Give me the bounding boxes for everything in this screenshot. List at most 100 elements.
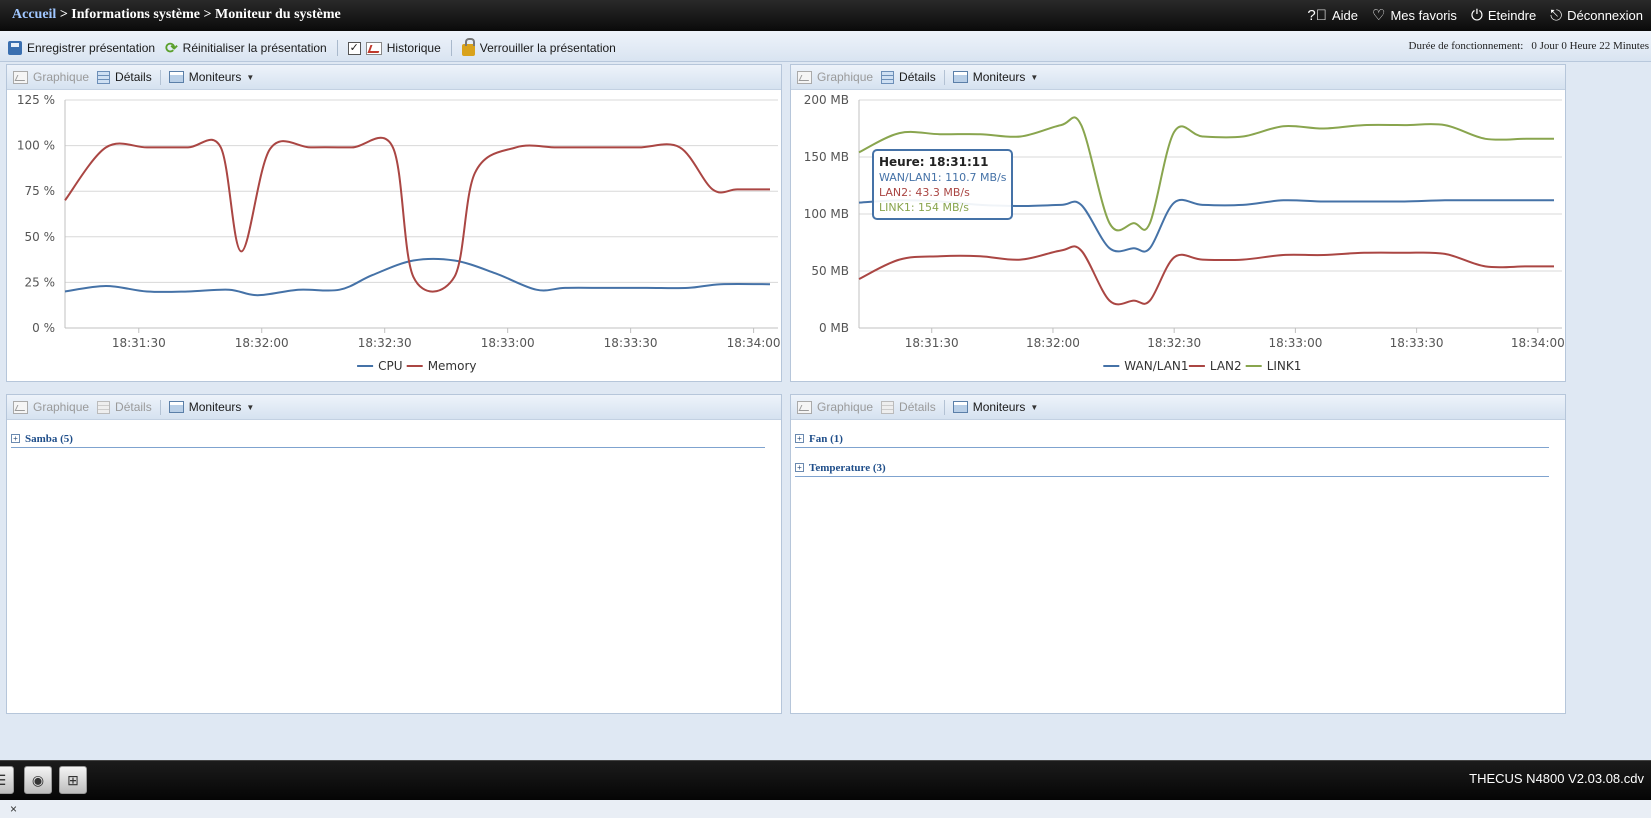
help-icon: ?⃝: [1307, 6, 1327, 24]
history-toggle[interactable]: ✓ Historique: [347, 41, 441, 55]
graph-view-button[interactable]: Graphique: [797, 400, 873, 414]
layout-toolbar: Enregistrer présentation ⟳ Réinitialiser …: [0, 31, 1651, 62]
x-tick-label: 18:33:30: [604, 336, 658, 350]
breadcrumb-home-link[interactable]: Accueil: [12, 7, 56, 22]
logout-link[interactable]: ⎋ Déconnexion: [1550, 6, 1643, 24]
graph-icon: [13, 400, 28, 414]
monitors-dropdown[interactable]: Moniteurs ▼: [952, 400, 1039, 414]
x-tick-label: 18:32:00: [1026, 336, 1080, 350]
y-tick-label: 25 %: [25, 275, 56, 289]
toolbar-separator: [336, 40, 338, 56]
monitor-icon: [168, 71, 184, 83]
series-line-cpu: [64, 257, 771, 297]
monitors-dropdown[interactable]: Moniteurs ▼: [168, 400, 255, 414]
graph-icon: [797, 70, 812, 84]
details-view-label: Détails: [899, 400, 936, 414]
details-view-label: Détails: [115, 70, 152, 84]
legend-label: LINK1: [1267, 359, 1302, 373]
help-link[interactable]: ?⃝ Aide: [1307, 6, 1358, 24]
y-tick-label: 0 MB: [819, 321, 849, 335]
tree-item-fan[interactable]: + Fan (1): [795, 430, 1549, 448]
graph-view-label: Graphique: [817, 400, 874, 414]
y-tick-label: 50 MB: [811, 264, 849, 278]
uptime-display: Durée de fonctionnement: 0 Jour 0 Heure …: [1409, 40, 1649, 52]
reset-layout-button[interactable]: ⟳ Réinitialiser la présentation: [165, 39, 327, 57]
y-tick-label: 150 MB: [804, 150, 849, 164]
cpu-memory-chart: 0 % 25 % 50 % 75 % 100 % 125 % 18:31:30 18:32:0…: [17, 93, 781, 373]
expand-icon[interactable]: +: [795, 434, 804, 443]
cpu-memory-panel: Graphique Détails Moniteurs ▼ 0 % 25 % 50 %…: [6, 64, 782, 382]
graph-view-label: Graphique: [33, 400, 90, 414]
uptime-label: Durée de fonctionnement:: [1408, 40, 1524, 52]
monitors-label: Moniteurs: [188, 400, 242, 414]
monitor-icon: [952, 71, 968, 83]
graph-view-label: Graphique: [33, 70, 90, 84]
panel-separator: [159, 399, 161, 415]
panel-separator: [159, 69, 161, 85]
expand-icon[interactable]: +: [11, 434, 20, 443]
monitors-dropdown[interactable]: Moniteurs ▼: [952, 70, 1038, 84]
network-panel: Graphique Détails Moniteurs ▼ 0 MB 50 MB 10…: [790, 64, 1566, 382]
details-view-button[interactable]: Détails: [97, 400, 152, 414]
legend-label: WAN/LAN1: [1124, 359, 1188, 373]
favorites-link[interactable]: ♡ Mes favoris: [1372, 6, 1457, 24]
taskbar-app-disks[interactable]: ◉: [24, 766, 52, 794]
details-view-button[interactable]: Détails: [881, 400, 936, 414]
series-line-lan2: [858, 245, 1554, 306]
tooltip-line: LINK1: 154 MB/s: [879, 201, 969, 214]
monitors-dropdown[interactable]: Moniteurs ▼: [168, 70, 254, 84]
breadcrumb-path: > Informations système > Moniteur du sys…: [56, 7, 341, 22]
status-bar: ×: [0, 800, 1651, 818]
tooltip-title: Heure: 18:31:11: [879, 155, 988, 169]
lock-layout-button[interactable]: Verrouiller la présentation: [461, 37, 616, 56]
graph-icon: [13, 70, 28, 84]
lock-layout-label: Verrouiller la présentation: [479, 41, 616, 55]
shutdown-link-label: Eteindre: [1487, 7, 1537, 23]
tree-item-fan-label: Fan (1): [809, 432, 843, 445]
panel-toolbar: Graphique Détails Moniteurs ▼: [791, 395, 1565, 420]
monitors-label: Moniteurs: [972, 70, 1026, 84]
details-view-button[interactable]: Détails: [881, 70, 936, 84]
favorites-link-label: Mes favoris: [1390, 7, 1457, 23]
uptime-value: 0 Jour 0 Heure 22 Minutes: [1531, 40, 1649, 52]
caret-down-icon: ▼: [246, 402, 255, 412]
tree-item-temperature[interactable]: + Temperature (3): [795, 459, 1549, 477]
tree-item-samba[interactable]: + Samba (5): [11, 430, 765, 448]
details-view-label: Détails: [115, 400, 152, 414]
y-tick-label: 100 %: [17, 139, 55, 153]
tooltip-line: LAN2: 43.3 MB/s: [879, 186, 970, 199]
details-view-button[interactable]: Détails: [97, 70, 152, 84]
graph-view-button[interactable]: Graphique: [13, 400, 89, 414]
y-tick-label: 200 MB: [804, 93, 849, 107]
graph-view-button[interactable]: Graphique: [797, 70, 873, 84]
legend-label: CPU: [378, 359, 402, 373]
samba-panel: Graphique Détails Moniteurs ▼ + Samba (5): [6, 394, 782, 714]
y-tick-label: 75 %: [25, 184, 56, 198]
panel-separator: [943, 399, 945, 415]
reset-layout-label: Réinitialiser la présentation: [182, 41, 327, 55]
x-tick-label: 18:32:30: [358, 336, 412, 350]
taskbar: ☰ ◉ ⊞ THECUS N4800 V2.03.08.cdv: [0, 760, 1651, 800]
taskbar-app-storage[interactable]: ☰: [0, 766, 14, 794]
logout-icon: ⎋: [1550, 6, 1563, 24]
caret-down-icon: ▼: [1030, 402, 1039, 412]
y-tick-label: 0 %: [32, 321, 55, 335]
save-layout-button[interactable]: Enregistrer présentation: [8, 41, 155, 55]
series-line-memory: [64, 136, 770, 293]
checkbox-icon[interactable]: ✓: [347, 41, 361, 55]
shutdown-link[interactable]: ⏻ Eteindre: [1471, 6, 1536, 24]
save-layout-label: Enregistrer présentation: [27, 41, 156, 55]
tooltip-line: WAN/LAN1: 110.7 MB/s: [879, 171, 1007, 184]
x-tick-label: 18:33:00: [481, 336, 535, 350]
lock-icon: [461, 37, 475, 56]
graph-view-button[interactable]: Graphique: [13, 70, 89, 84]
monitors-label: Moniteurs: [972, 400, 1026, 414]
close-icon[interactable]: ×: [10, 802, 17, 816]
taskbar-app-network[interactable]: ⊞: [59, 766, 87, 794]
expand-icon[interactable]: +: [795, 463, 804, 472]
x-tick-label: 18:31:30: [112, 336, 166, 350]
legend-label: Memory: [428, 359, 477, 373]
chart-tooltip: Heure: 18:31:11 WAN/LAN1: 110.7 MB/s LAN2:…: [872, 149, 1013, 220]
details-icon: [97, 70, 111, 84]
panel-toolbar: Graphique Détails Moniteurs ▼: [7, 395, 781, 420]
